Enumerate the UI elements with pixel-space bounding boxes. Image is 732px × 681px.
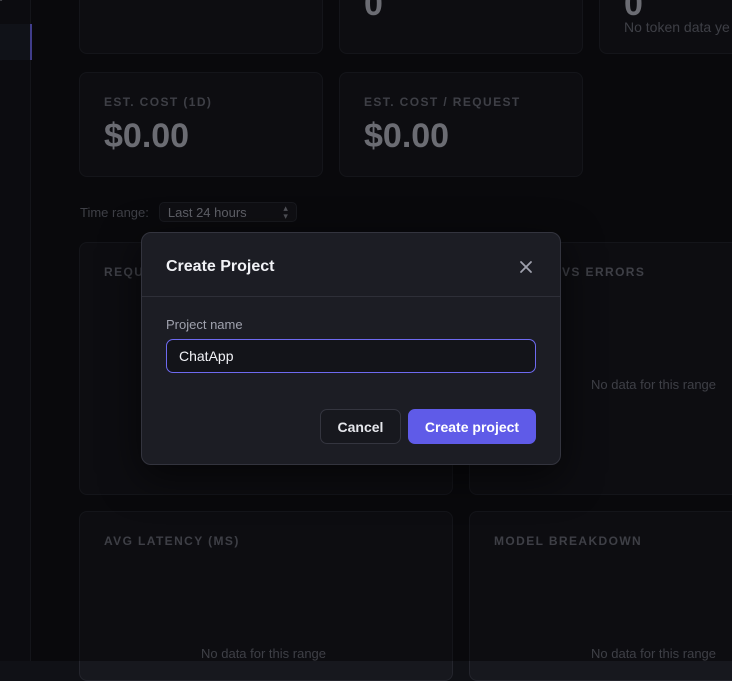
create-project-dialog: Create Project Project name Cancel Creat… [141,232,561,465]
cancel-button[interactable]: Cancel [320,409,401,444]
create-project-button[interactable]: Create project [408,409,536,444]
close-button[interactable] [518,259,534,275]
project-name-input[interactable] [166,339,536,373]
dialog-title: Create Project [166,258,275,275]
project-name-label: Project name [166,317,243,332]
dialog-header: Create Project [142,233,560,297]
close-icon [520,261,532,273]
